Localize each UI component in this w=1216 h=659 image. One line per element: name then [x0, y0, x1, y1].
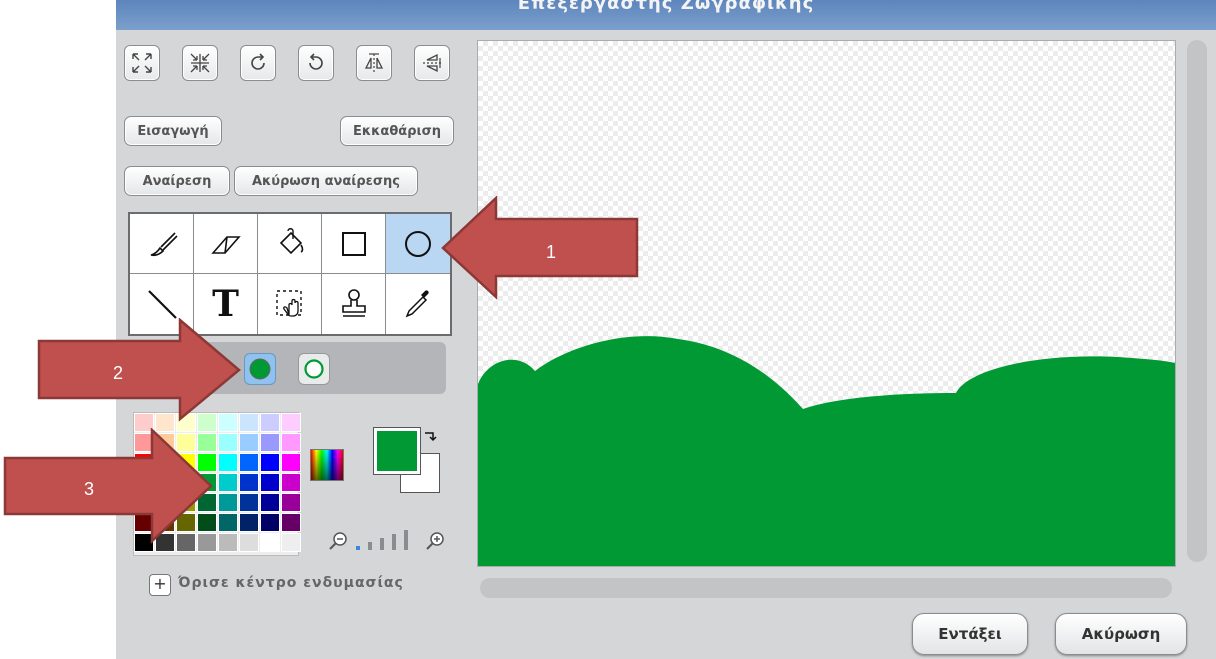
filled-circle-icon: [249, 358, 271, 380]
rectangle-icon: [341, 231, 366, 256]
palette-swatch[interactable]: [281, 493, 301, 512]
eraser-tool[interactable]: [194, 214, 258, 274]
ok-button[interactable]: Εντάξει: [912, 613, 1028, 655]
palette-swatch[interactable]: [218, 473, 238, 492]
drawing-canvas[interactable]: [477, 40, 1176, 567]
clear-button[interactable]: Εκκαθάριση: [340, 116, 454, 146]
redo-button[interactable]: Ακύρωση αναίρεσης: [234, 166, 418, 196]
annotation-arrow-1: [441, 196, 639, 300]
vertical-scrollbar[interactable]: [1187, 40, 1207, 562]
horizontal-scrollbar[interactable]: [480, 578, 1172, 598]
undo-button[interactable]: Αναίρεση: [124, 166, 230, 196]
filled-shape-option[interactable]: [244, 353, 276, 385]
palette-swatch[interactable]: [239, 533, 259, 552]
green-hills-drawing: [478, 336, 1175, 566]
rotate-right-icon: [309, 53, 323, 70]
ellipse-icon: [405, 230, 431, 257]
palette-swatch[interactable]: [260, 473, 280, 492]
cancel-button[interactable]: Ακύρωση: [1055, 613, 1187, 655]
zoom-bar[interactable]: [356, 546, 360, 550]
zoom-bar[interactable]: [392, 534, 396, 550]
palette-swatch[interactable]: [239, 473, 259, 492]
palette-swatch[interactable]: [281, 453, 301, 472]
palette-swatch[interactable]: [239, 433, 259, 452]
stamp-icon: [341, 289, 366, 317]
annotation-arrow-3: [3, 428, 213, 544]
zoom-bar[interactable]: [404, 530, 408, 550]
palette-swatch[interactable]: [260, 453, 280, 472]
annotation-label-2: 2: [113, 363, 124, 383]
palette-swatch[interactable]: [281, 413, 301, 432]
palette-swatch[interactable]: [218, 453, 238, 472]
import-button[interactable]: Εισαγωγή: [124, 116, 222, 146]
stamp-tool[interactable]: [322, 274, 386, 334]
eyedropper-icon: [405, 290, 429, 318]
set-center-label: Όρισε κέντρο ενδυμασίας: [178, 575, 404, 591]
palette-swatch[interactable]: [218, 513, 238, 532]
expand-icon: [132, 53, 152, 73]
paintbrush-tool[interactable]: [130, 214, 194, 274]
rotate-right-button[interactable]: [298, 45, 334, 81]
palette-swatch[interactable]: [260, 413, 280, 432]
flip-vertical-icon: [423, 53, 441, 73]
palette-swatch[interactable]: [281, 513, 301, 532]
set-center-button[interactable]: +: [149, 574, 171, 596]
annotation-label-3: 3: [84, 479, 95, 499]
zoom-level-indicator[interactable]: [356, 530, 420, 552]
rotate-left-icon: [251, 53, 265, 70]
palette-swatch[interactable]: [260, 533, 280, 552]
palette-swatch[interactable]: [281, 473, 301, 492]
palette-swatch[interactable]: [218, 433, 238, 452]
fill-tool[interactable]: [258, 214, 322, 274]
palette-swatch[interactable]: [239, 493, 259, 512]
shrink-icon: [190, 53, 210, 73]
zoom-bar[interactable]: [380, 538, 384, 550]
flip-horizontal-icon: [364, 53, 384, 72]
paintbrush-icon: [150, 231, 178, 256]
palette-swatch[interactable]: [260, 433, 280, 452]
palette-swatch[interactable]: [260, 493, 280, 512]
palette-swatch[interactable]: [239, 413, 259, 432]
zoom-in-icon[interactable]: [424, 530, 446, 552]
palette-swatch[interactable]: [281, 533, 301, 552]
palette-swatch[interactable]: [281, 433, 301, 452]
fill-bucket-icon: [279, 227, 303, 254]
rectangle-tool[interactable]: [322, 214, 386, 274]
primary-color-swatch[interactable]: [373, 427, 421, 475]
shrink-button[interactable]: [182, 45, 218, 81]
rotate-left-button[interactable]: [240, 45, 276, 81]
outline-circle-icon: [304, 359, 324, 379]
palette-swatch[interactable]: [260, 513, 280, 532]
select-tool[interactable]: [258, 274, 322, 334]
swap-colors-icon[interactable]: [423, 429, 437, 443]
zoom-out-icon[interactable]: [327, 530, 349, 552]
annotation-arrow-2: [37, 318, 241, 422]
outline-shape-option[interactable]: [298, 353, 330, 385]
select-icon: [275, 290, 302, 317]
flip-horizontal-button[interactable]: [356, 45, 392, 81]
palette-swatch[interactable]: [218, 493, 238, 512]
palette-swatch[interactable]: [218, 533, 238, 552]
palette-swatch[interactable]: [239, 453, 259, 472]
dialog-title: Επεξεργαστής Ζωγραφικής: [116, 0, 1216, 30]
zoom-bar[interactable]: [368, 542, 372, 550]
palette-swatch[interactable]: [239, 513, 259, 532]
annotation-label-1: 1: [546, 242, 557, 262]
color-picker-button[interactable]: [310, 449, 344, 481]
flip-vertical-button[interactable]: [414, 45, 450, 81]
enlarge-button[interactable]: [124, 45, 160, 81]
eraser-icon: [210, 235, 241, 254]
